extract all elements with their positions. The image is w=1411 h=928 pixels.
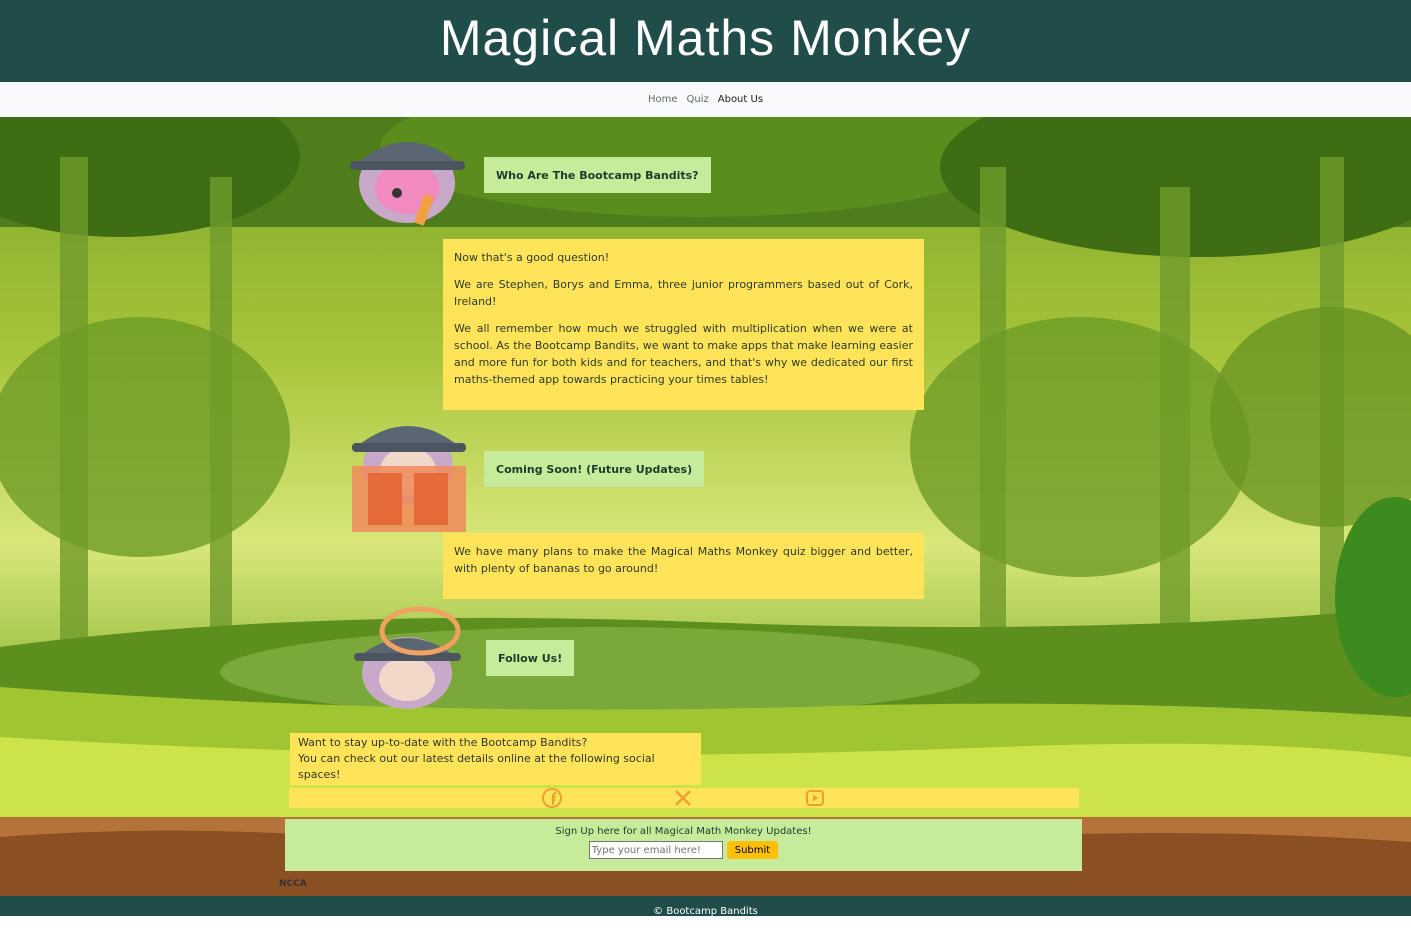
ncca-logo: NCCA	[279, 879, 307, 889]
main-nav: Home Quiz About Us	[0, 82, 1411, 117]
nav-home[interactable]: Home	[648, 94, 678, 105]
email-input[interactable]	[588, 841, 723, 859]
bandit-monkey-avatar-3	[354, 606, 461, 709]
coming-soon-paragraph: We have many plans to make the Magical M…	[454, 545, 913, 575]
youtube-icon[interactable]	[805, 788, 825, 808]
follow-line-2: You can check out our latest details onl…	[298, 752, 655, 781]
nav-quiz[interactable]: Quiz	[687, 94, 709, 105]
social-links-bar	[289, 788, 1079, 808]
follow-text-box: Want to stay up-to-date with the Bootcam…	[290, 733, 701, 785]
coming-soon-title: Coming Soon! (Future Updates)	[484, 451, 705, 487]
follow-line-1: Want to stay up-to-date with the Bootcam…	[298, 736, 588, 749]
who-paragraph-3: We all remember how much we struggled wi…	[454, 322, 913, 386]
nav-about-us[interactable]: About Us	[718, 94, 763, 105]
bandit-monkey-avatar-2	[352, 426, 466, 532]
follow-title: Follow Us!	[486, 640, 575, 676]
bandit-monkey-avatar-1	[350, 142, 465, 226]
signup-panel: Sign Up here for all Magical Math Monkey…	[285, 819, 1082, 871]
site-title: Magical Maths Monkey	[439, 10, 972, 66]
signup-label: Sign Up here for all Magical Math Monkey…	[555, 826, 812, 837]
who-paragraph-1: Now that's a good question!	[454, 251, 610, 264]
site-header: Magical Maths Monkey	[0, 0, 1411, 82]
who-title: Who Are The Bootcamp Bandits?	[484, 157, 711, 193]
coming-soon-text-box: We have many plans to make the Magical M…	[443, 533, 924, 599]
x-icon[interactable]	[673, 788, 693, 808]
facebook-icon[interactable]	[541, 788, 563, 808]
jungle-illustration	[0, 117, 1411, 896]
jungle-background: Who Are The Bootcamp Bandits? Now that's…	[0, 117, 1411, 896]
who-text-box: Now that's a good question! We are Steph…	[443, 239, 924, 410]
who-paragraph-2: We are Stephen, Borys and Emma, three ju…	[454, 278, 913, 308]
footer-copyright: © Bootcamp Bandits	[653, 906, 758, 917]
site-footer: © Bootcamp Bandits	[0, 896, 1411, 917]
submit-button[interactable]: Submit	[726, 841, 779, 859]
